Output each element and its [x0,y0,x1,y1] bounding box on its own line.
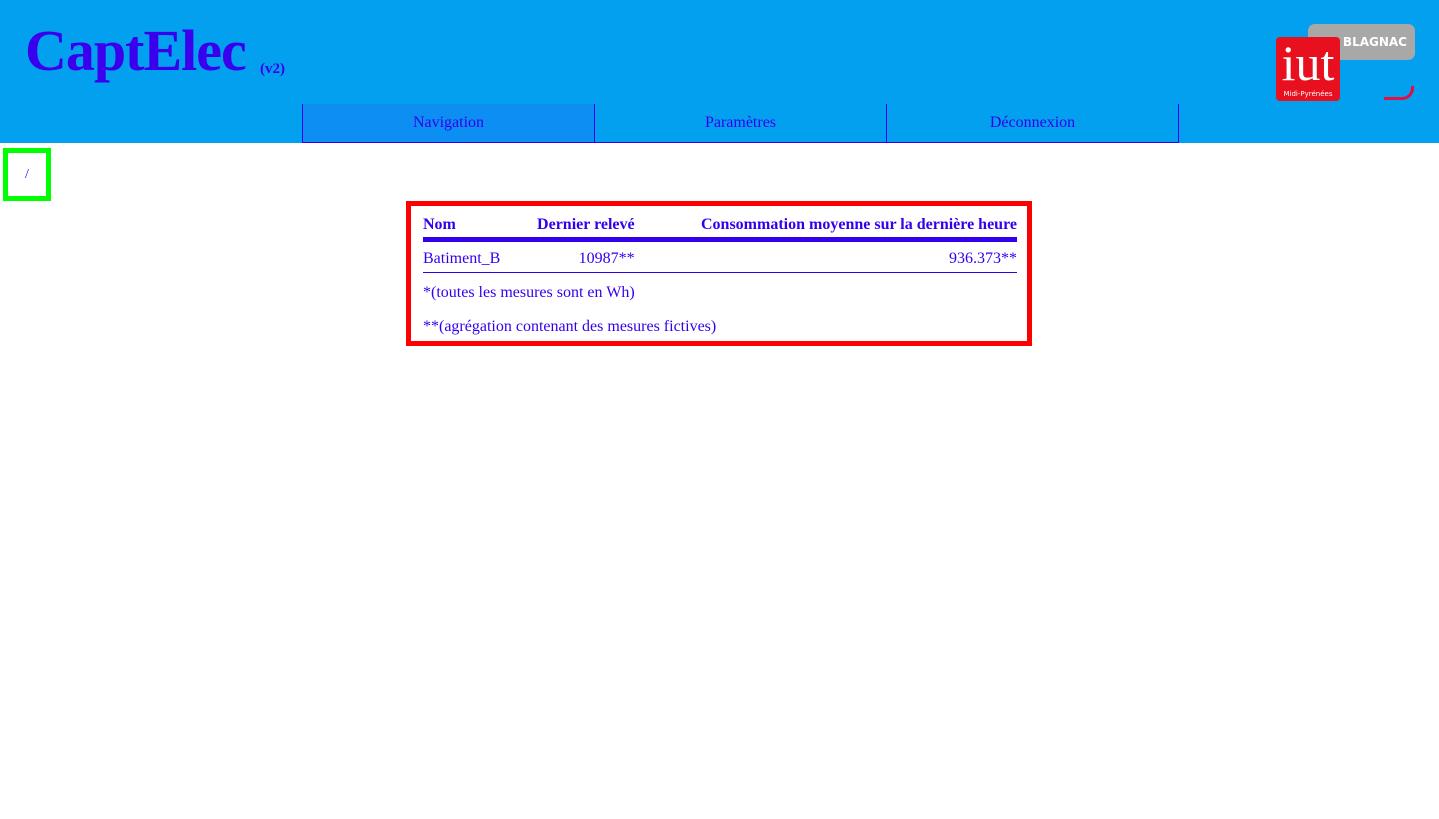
consumption-table: Nom Dernier relevé Consommation moyenne … [423,214,1017,273]
note-fictive: **(agrégation contenant des mesures fict… [423,318,717,335]
nav-item-parametres[interactable]: Paramètres [595,104,887,143]
iut-blagnac-logo: BLAGNAC iut Midi-Pyrénées [1276,24,1416,102]
cell-nom[interactable]: Batiment_B [423,239,517,273]
column-header-consommation: Consommation moyenne sur la dernière heu… [634,214,1017,242]
nav-item-deconnexion[interactable]: Déconnexion [887,104,1179,143]
cell-dernier-releve: 10987** [516,239,635,273]
main-nav: Navigation Paramètres Déconnexion [302,104,1179,143]
header-bar: CaptElec (v2) Navigation Paramètres Déco… [0,0,1439,143]
consumption-panel: Nom Dernier relevé Consommation moyenne … [406,201,1032,346]
logo-curve-shape [1384,86,1414,100]
logo-iut-subtext: Midi-Pyrénées [1283,90,1333,98]
note-units: *(toutes les mesures sont en Wh) [423,284,635,301]
breadcrumb-root-link[interactable]: / [25,167,29,183]
app-version: (v2) [260,61,285,77]
app-title: CaptElec [25,18,247,83]
column-header-dernier-releve: Dernier relevé [516,214,635,242]
logo-iut-text: iut [1281,35,1335,91]
table-row[interactable]: Batiment_B 10987** 936.373** [423,239,1017,273]
table-header-row: Nom Dernier relevé Consommation moyenne … [423,214,1017,242]
column-header-nom: Nom [423,214,517,242]
breadcrumb: / [3,148,51,201]
nav-item-navigation[interactable]: Navigation [302,104,595,143]
cell-consommation: 936.373** [634,239,1017,273]
logo-iut-block: iut Midi-Pyrénées [1276,37,1340,101]
